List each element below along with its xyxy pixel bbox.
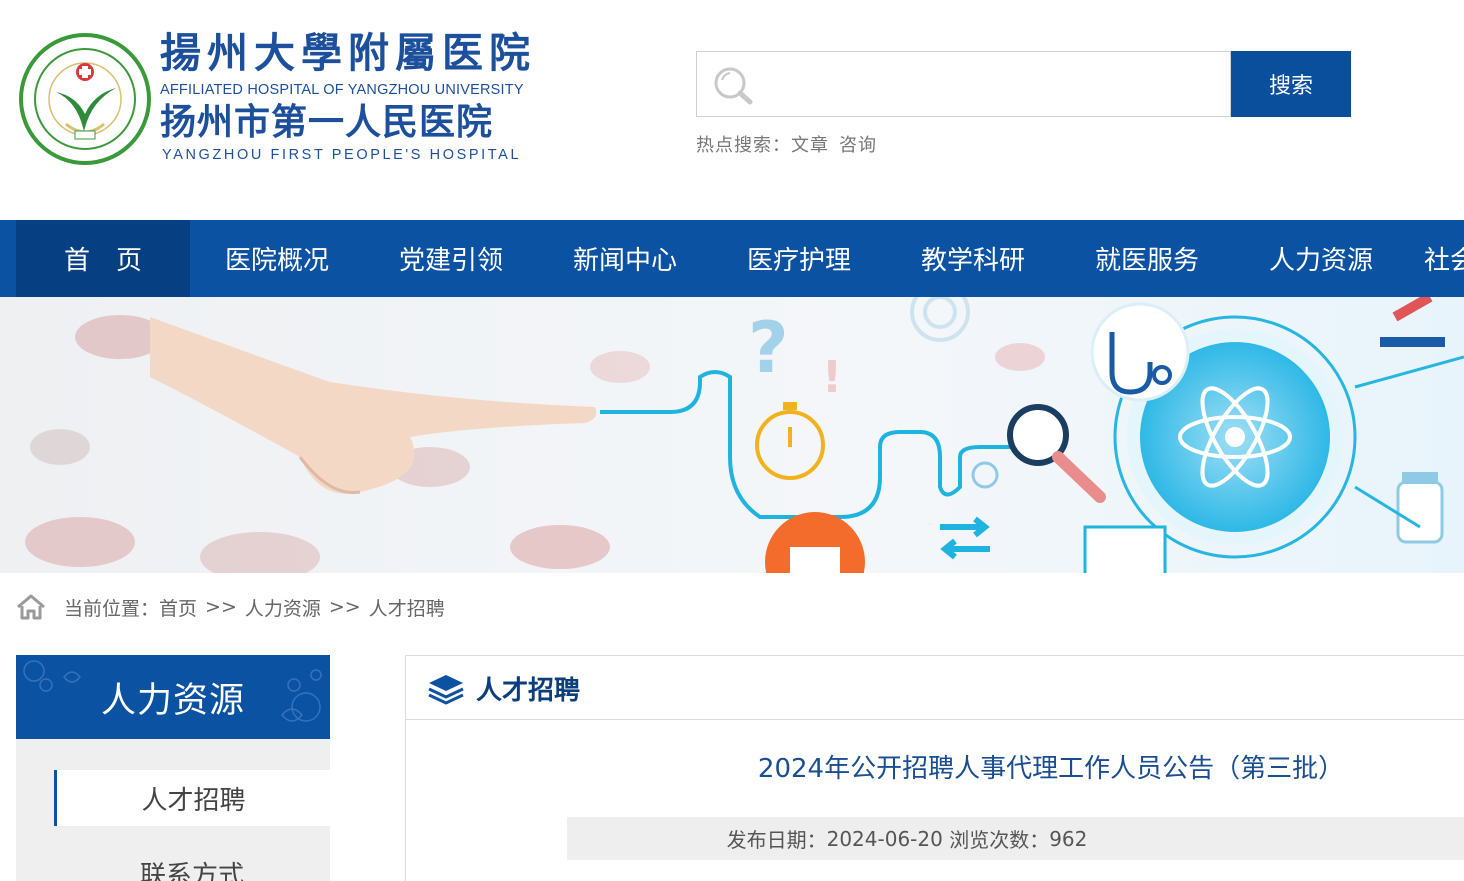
search-button[interactable]: 搜索 bbox=[1231, 51, 1351, 117]
university-name-en: AFFILIATED HOSPITAL OF YANGZHOU UNIVERSI… bbox=[160, 82, 524, 98]
breadcrumb-separator: >> bbox=[205, 596, 237, 618]
hospital-name-block[interactable]: 揚州大學附屬医院 AFFILIATED HOSPITAL OF YANGZHOU… bbox=[160, 26, 550, 164]
breadcrumb-recruitment[interactable]: 人才招聘 bbox=[369, 594, 445, 621]
site-header: 揚州大學附屬医院 AFFILIATED HOSPITAL OF YANGZHOU… bbox=[0, 0, 1464, 220]
article-meta: 发布日期： 2024-06-20 浏览次数： 962 bbox=[567, 817, 1247, 860]
nav-item-news[interactable]: 新闻中心 bbox=[538, 220, 712, 297]
banner-image: ? ! bbox=[0, 297, 1464, 573]
search-box bbox=[696, 51, 1231, 117]
layers-icon bbox=[428, 675, 464, 705]
sidebar-item-contact[interactable]: 联系方式 bbox=[54, 845, 330, 881]
nav-item-overview[interactable]: 医院概况 bbox=[190, 220, 364, 297]
sidebar-title: 人力资源 bbox=[100, 680, 245, 721]
hot-search-link[interactable]: 文章 bbox=[791, 135, 829, 156]
sidebar-title-panel: 人力资源 bbox=[16, 655, 330, 739]
nav-item-home[interactable]: 首 页 bbox=[16, 220, 190, 297]
views-count: 962 bbox=[1049, 826, 1088, 851]
nav-item-hr[interactable]: 人力资源 bbox=[1234, 220, 1408, 297]
breadcrumb: 当前位置： 首页 >> 人力资源 >> 人才招聘 bbox=[16, 589, 445, 625]
svg-text:!: ! bbox=[822, 352, 842, 403]
hospital-name-en: YANGZHOU FIRST PEOPLE'S HOSPITAL bbox=[162, 147, 522, 163]
sidebar-menu: 人才招聘 联系方式 bbox=[16, 739, 330, 881]
breadcrumb-home[interactable]: 首页 bbox=[159, 594, 197, 621]
nav-item-social[interactable]: 社会 bbox=[1408, 220, 1464, 297]
publish-date: 2024-06-20 bbox=[826, 826, 943, 851]
breadcrumb-separator: >> bbox=[328, 596, 361, 618]
section-title: 人才招聘 bbox=[476, 676, 581, 706]
search-input[interactable] bbox=[767, 53, 1222, 115]
nav-item-services[interactable]: 就医服务 bbox=[1060, 220, 1234, 297]
svg-text:?: ? bbox=[748, 307, 789, 389]
sidebar-item-recruitment[interactable]: 人才招聘 bbox=[54, 770, 330, 826]
hot-search-label: 热点搜索： bbox=[696, 135, 791, 156]
views-label: 浏览次数： bbox=[949, 828, 1050, 852]
publish-label: 发布日期： bbox=[726, 828, 827, 852]
hospital-seal-logo[interactable] bbox=[18, 32, 152, 166]
hot-search-link[interactable]: 咨询 bbox=[839, 135, 877, 156]
content-header: 人才招聘 bbox=[406, 656, 1464, 720]
breadcrumb-prefix: 当前位置： bbox=[64, 597, 160, 620]
university-name-cn: 揚州大學附屬医院 bbox=[160, 29, 536, 77]
article-meta-bar: 发布日期： 2024-06-20 浏览次数： 962 bbox=[567, 817, 1464, 860]
content-panel: 人才招聘 2024年公开招聘人事代理工作人员公告（第三批） 发布日期： 2024-… bbox=[405, 655, 1464, 881]
hospital-name-cn: 扬州市第一人民医院 bbox=[160, 102, 494, 143]
main-nav: 首 页 医院概况 党建引领 新闻中心 医疗护理 教学科研 就医服务 人力资源 社… bbox=[0, 220, 1464, 297]
nav-item-party[interactable]: 党建引领 bbox=[364, 220, 538, 297]
banner-illustration: ? ! bbox=[0, 297, 1464, 573]
article-title: 2024年公开招聘人事代理工作人员公告（第三批） bbox=[757, 754, 1345, 784]
breadcrumb-hr[interactable]: 人力资源 bbox=[245, 594, 321, 621]
nav-item-medical[interactable]: 医疗护理 bbox=[712, 220, 886, 297]
hot-search: 热点搜索：文章 咨询 bbox=[696, 131, 887, 157]
nav-item-research[interactable]: 教学科研 bbox=[886, 220, 1060, 297]
home-icon bbox=[17, 594, 45, 620]
search-icon bbox=[714, 67, 753, 105]
